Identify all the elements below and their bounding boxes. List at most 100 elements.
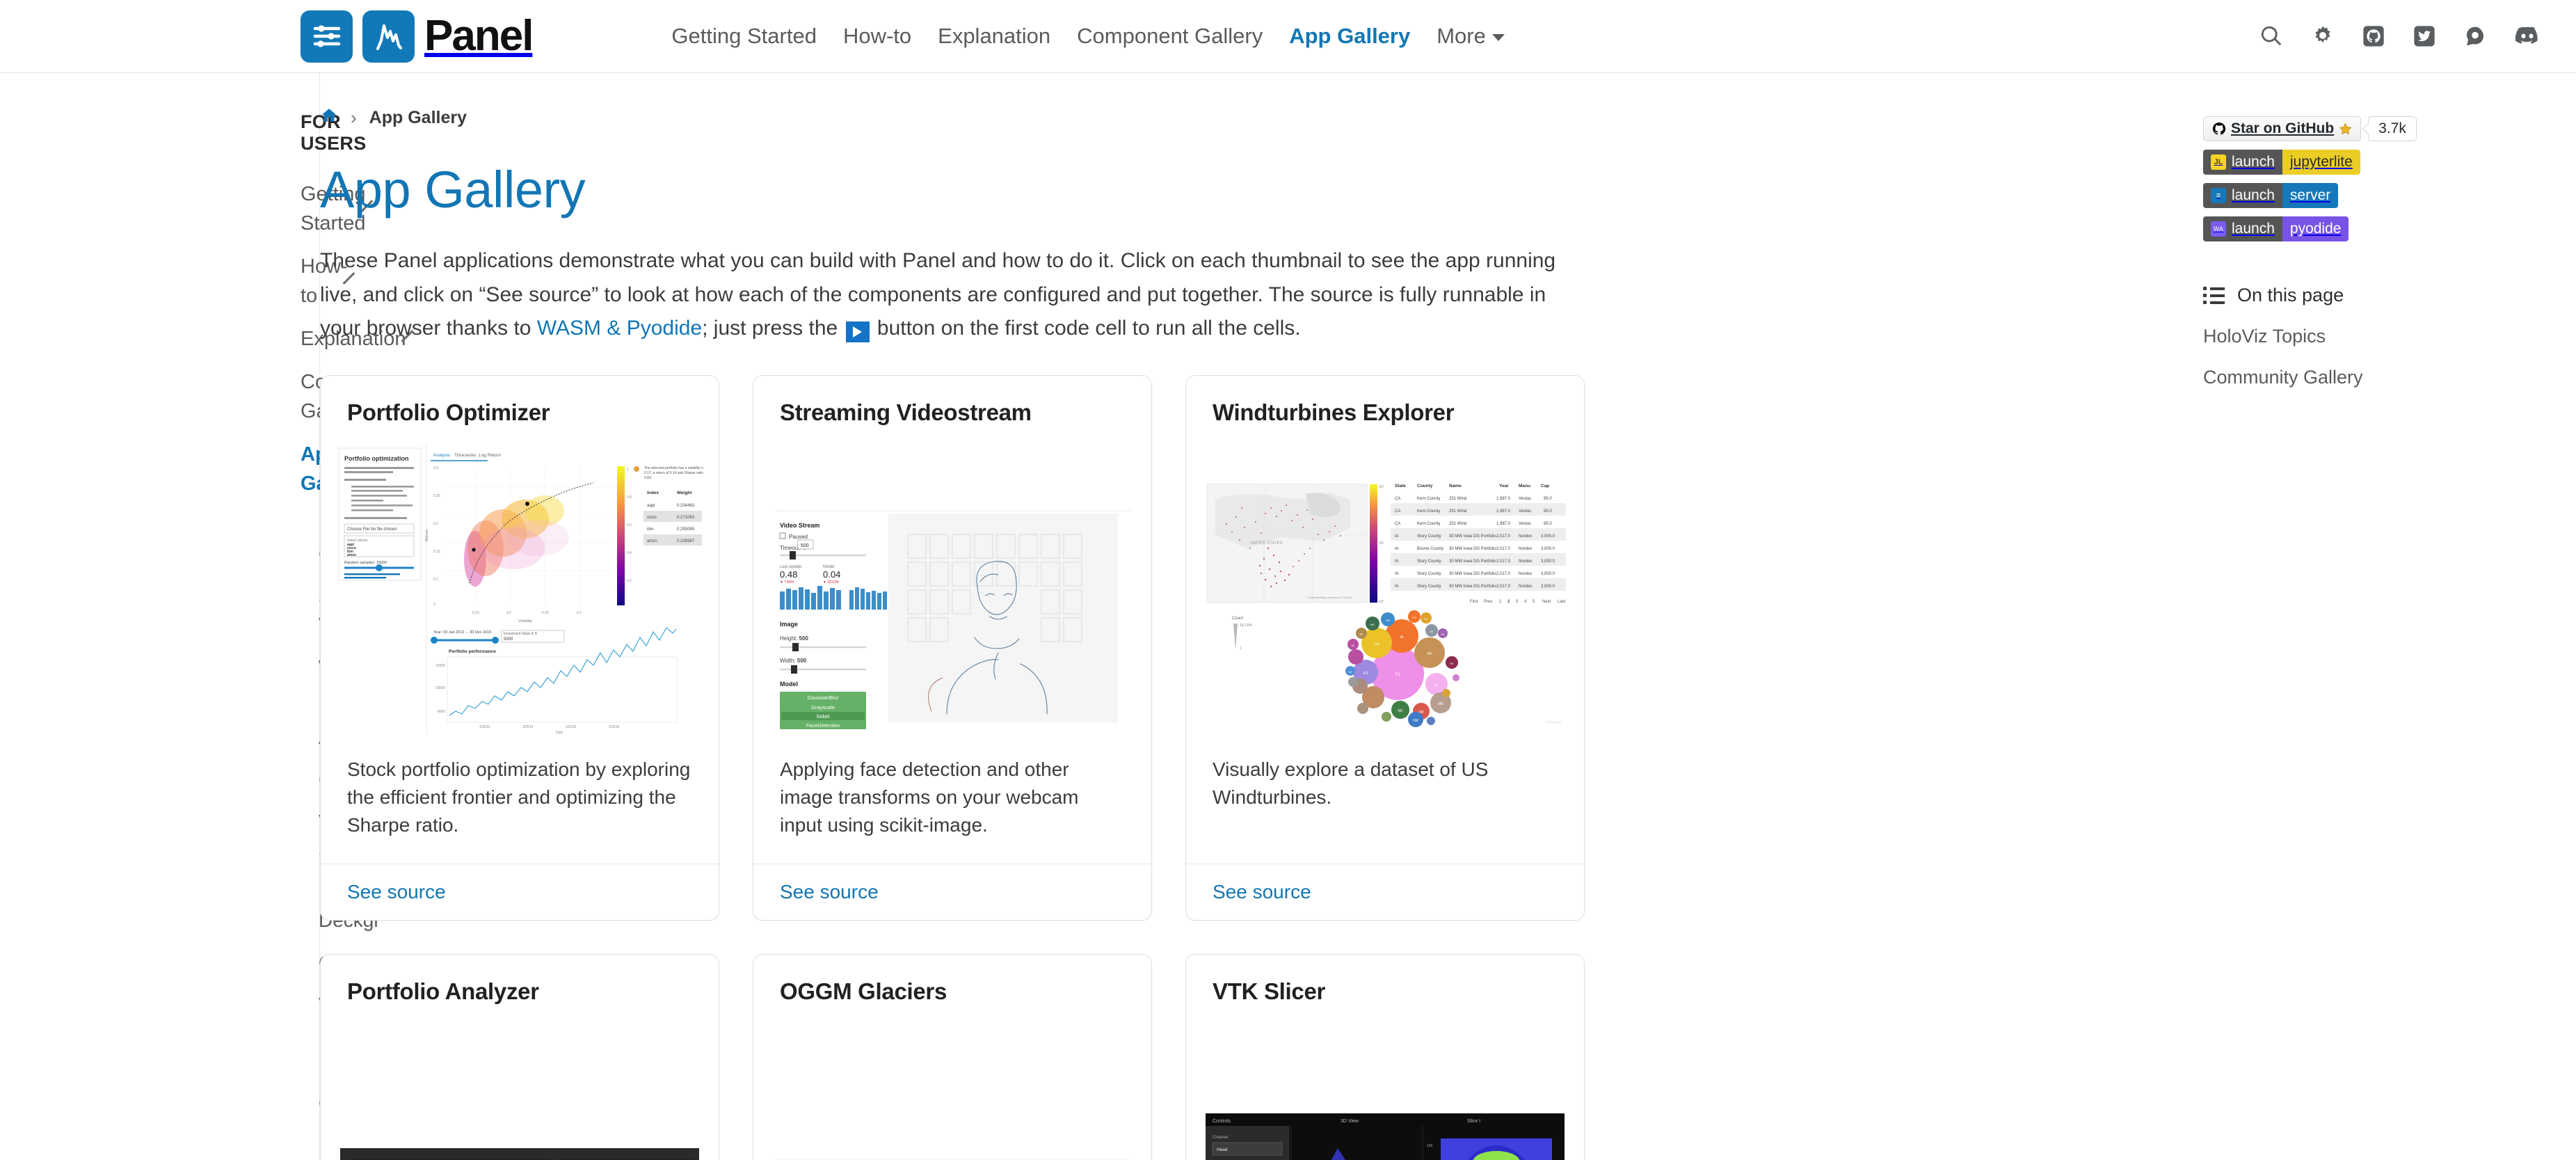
app-card-grid: Portfolio Optimizer Portfolio optimizati… [320,374,1586,1160]
card-footer: See source [1186,863,1584,920]
github-star-count: 3.7k [2368,116,2417,141]
search-icon[interactable] [2259,24,2283,48]
svg-text:3,000.0: 3,000.0 [1541,559,1555,564]
page-intro: These Panel applications demonstrate wha… [320,244,1583,346]
sidebar-item-explanation[interactable]: Explanation [301,317,413,360]
svg-text:▼ 33.53%: ▼ 33.53% [823,580,840,585]
svg-text:Volatility: Volatility [518,619,532,623]
svg-text:30 MW Iowa DG Portfolio: 30 MW Iowa DG Portfolio [1449,547,1496,551]
svg-text:Video Stream: Video Stream [780,522,819,529]
nav-explanation[interactable]: Explanation [938,24,1050,49]
svg-text:Analysis: Analysis [433,453,451,458]
svg-text:aapl: aapl [647,504,655,508]
nav-how-to[interactable]: How-to [843,24,911,49]
svg-text:NM: NM [1413,719,1418,723]
github-icon[interactable] [2362,25,2385,47]
svg-text:500: 500 [801,543,809,548]
sidebar-subitem-deckgl-game-of-life[interactable]: Deckgl Game Of Life [301,1125,378,1160]
card-title: Windturbines Explorer [1213,399,1455,425]
discord-icon[interactable] [2515,26,2540,47]
nav-more[interactable]: More [1437,24,1505,49]
sidebar-subitem-streaming-videostream[interactable]: Streaming Videostream [301,576,428,646]
card-footer: See source [753,863,1151,920]
sidebar-subitem-gapminders[interactable]: Gapminders [301,942,425,985]
svg-text:▼ 7.60%: ▼ 7.60% [780,580,794,585]
svg-text:30 MW Iowa DG Portfolio: 30 MW Iowa DG Portfolio [1449,585,1496,589]
toc-item-holoviz-topics[interactable]: HoloViz Topics [2203,326,2576,347]
toc-item-community-gallery[interactable]: Community Gallery [2203,367,2576,388]
card-title: VTK Slicer [1213,978,1326,1004]
sidebar-subitem-vtk-interactive[interactable]: Vtk Interactive [301,984,408,1054]
sidebar-subitem-windturbines[interactable]: Windturbines [301,646,432,689]
star-on-github-button[interactable]: Star on GitHub [2203,116,2362,141]
svg-text:Year: Year [1499,484,1509,488]
launch-jupyterlite-badge[interactable]: JL launch jupyterlite [2203,150,2360,175]
app-card-portfolio-optimizer[interactable]: Portfolio Optimizer Portfolio optimizati… [320,374,719,921]
sidebar-subitem-penguin-crossfilter[interactable]: Penguin Crossfilter [301,1054,406,1125]
panel-sliders-icon: ≡ [2211,188,2226,203]
svg-text:0.2: 0.2 [506,611,511,615]
svg-text:Manu: Manu [1519,484,1530,488]
sidebar-subitem-portfolio-optimizer[interactable]: Portfolio Optimizer [301,505,402,575]
brand-logo-link[interactable]: Panel [301,10,534,63]
sidebar-subitem-glaciers[interactable]: Glaciers [301,759,390,802]
card-thumbnail-portfolio-analyzer[interactable]: AAPL Apple Daily Price Portfolio Total $… [336,1022,703,1160]
svg-text:Model: Model [780,681,798,688]
sidebar-item-component-gallery[interactable]: Component Gallery [301,360,413,433]
card-thumbnail-portfolio-optimizer[interactable]: Portfolio optimization Choose File No fi… [336,443,703,735]
svg-text:2,017.0: 2,017.0 [1496,572,1511,576]
launch-server-badge[interactable]: ≡ launch server [2203,183,2339,208]
svg-text:MN: MN [1438,702,1443,706]
sidebar-subitem-vtk-slicer[interactable]: Vtk Slicer [301,801,367,871]
card-thumbnail-streaming-videostream[interactable]: Video Stream Paused Timeout: 5 500 Last … [769,443,1136,735]
svg-text:3,000.0: 3,000.0 [1541,585,1555,589]
launch-pyodide-badge[interactable]: WA launch pyodide [2203,216,2349,241]
card-thumbnail-windturbines-explorer[interactable]: UNITED STATES © OpenStreetMap contributo… [1201,443,1569,735]
wasm-pyodide-link[interactable]: WASM & Pyodide [537,317,702,340]
svg-text:Height: 500: Height: 500 [780,635,808,642]
svg-text:Year: 03 Jan 2012 ... 30 Dec 2: Year: 03 Jan 2012 ... 30 Dec 2016 [433,630,491,635]
svg-text:Nordex: Nordex [1519,572,1532,576]
app-card-oggm-glaciers[interactable]: OGGM Glaciers OGGM Open Global Glacier M… [753,953,1152,1160]
home-icon[interactable] [320,106,338,129]
app-card-windturbines-explorer[interactable]: Windturbines Explorer UNITED STATES © Op… [1185,374,1585,921]
star-icon [2339,122,2352,134]
svg-text:2,017.0: 2,017.0 [1496,534,1511,539]
svg-text:1/2016: 1/2016 [609,725,620,729]
svg-text:0.8: 0.8 [627,495,632,500]
svg-text:Vestas: Vestas [1519,509,1531,514]
svg-text:5000: 5000 [504,637,513,642]
svg-text:Nordex: Nordex [1519,585,1532,589]
svg-text:1/2013: 1/2013 [479,725,490,729]
svg-text:Channel: Channel [1213,1136,1228,1140]
sidebar-section-title: FOR USERS [301,111,367,154]
svg-text:cisco: cisco [647,516,657,520]
sidebar-subitem-portfolio-analyzer[interactable]: Portfolio Analyzer [301,688,394,758]
sidebar-item-getting-started[interactable]: Getting Started [301,173,373,245]
svg-text:WI: WI [1349,670,1352,674]
svg-text:OK: OK [1427,652,1432,656]
discourse-icon[interactable] [2464,25,2486,47]
card-thumbnail-oggm-glaciers[interactable]: OGGM Open Global Glacier Model Flowline-… [769,1022,1136,1160]
sidebar-item-how-to[interactable]: How-to [301,245,355,317]
twitter-icon[interactable] [2413,25,2435,47]
theme-toggle-icon[interactable] [2312,25,2334,47]
nav-app-gallery[interactable]: App Gallery [1289,24,1410,49]
nav-component-gallery[interactable]: Component Gallery [1077,24,1263,49]
see-source-link[interactable]: See source [1213,881,1311,903]
card-thumbnail-vtk-slicer[interactable]: Controls 3D View Slice I Channel Head Pa… [1201,1022,1569,1160]
svg-text:8000: 8000 [438,710,445,714]
svg-text:0.271063: 0.271063 [677,516,695,520]
sidebar-item-app-gallery[interactable]: App Gallery [301,433,376,505]
svg-text:Paused: Paused [789,534,808,540]
app-card-vtk-slicer[interactable]: VTK Slicer Controls 3D View Slice I Chan… [1185,953,1585,1160]
nav-getting-started[interactable]: Getting Started [671,24,817,49]
svg-text:Log Return: Log Return [479,453,502,458]
sidebar-subitem-nyc-deckgl[interactable]: Nyc Deckgl [301,871,378,941]
see-source-link[interactable]: See source [780,881,879,903]
app-card-streaming-videostream[interactable]: Streaming Videostream Video Stream Pause… [753,374,1152,921]
breadcrumb-current: App Gallery [369,108,467,127]
svg-text:ND: ND [1398,709,1403,713]
app-card-portfolio-analyzer[interactable]: Portfolio Analyzer AAPL Apple Daily Pric… [320,953,719,1160]
see-source-link[interactable]: See source [347,881,446,903]
